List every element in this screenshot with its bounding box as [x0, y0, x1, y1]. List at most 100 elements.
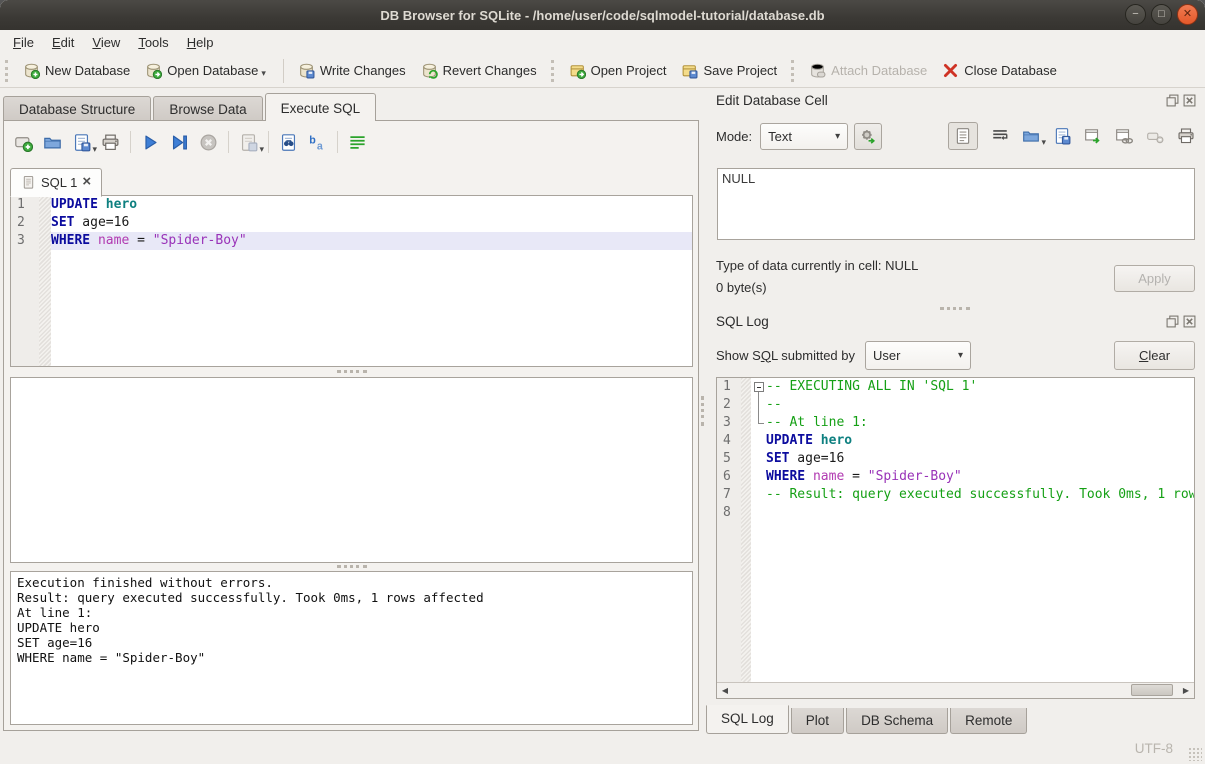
sql-editor[interactable]: 1UPDATE hero2SET age=163WHERE name = "Sp… [10, 195, 693, 367]
fold-collapse-icon[interactable] [754, 382, 764, 392]
scrollbar-track[interactable] [733, 683, 1178, 698]
dock-tab-remote[interactable]: Remote [950, 708, 1027, 734]
copy-link-button[interactable] [1115, 127, 1133, 145]
menu-help[interactable]: Help [178, 32, 223, 53]
menu-file[interactable]: File [4, 32, 43, 53]
print-button[interactable] [101, 133, 120, 152]
float-panel-icon[interactable] [1166, 315, 1179, 328]
code-line[interactable]: 2-- [717, 396, 1194, 414]
tab-browse-data[interactable]: Browse Data [153, 96, 262, 121]
maximize-button[interactable]: □ [1151, 4, 1172, 25]
dropdown-caret-icon[interactable]: ▾ [1041, 137, 1046, 148]
import-data-button[interactable]: ▾ [1022, 127, 1040, 145]
tab-execute-sql[interactable]: Execute SQL [265, 93, 377, 121]
code-line[interactable]: 3WHERE name = "Spider-Boy" [11, 232, 692, 250]
title-bar[interactable]: DB Browser for SQLite - /home/user/code/… [0, 0, 1205, 30]
auto-switch-mode-button[interactable] [854, 123, 882, 150]
cell-word-wrap-button[interactable] [991, 127, 1009, 145]
scroll-right-icon[interactable]: ▶ [1178, 683, 1194, 698]
minimize-button[interactable]: − [1125, 4, 1146, 25]
close-button[interactable]: ✕ [1177, 4, 1198, 25]
results-grid[interactable] [10, 377, 693, 563]
save-results-icon [239, 133, 258, 152]
menu-edit[interactable]: Edit [43, 32, 83, 53]
mode-select[interactable]: Text ▾ [760, 123, 848, 150]
scrollbar-thumb[interactable] [1131, 684, 1173, 696]
toolbar-drag-handle[interactable] [791, 60, 796, 82]
print-cell-button[interactable] [1177, 127, 1195, 145]
code-line[interactable]: 8 [717, 504, 1194, 522]
fold-margin [751, 378, 766, 396]
apply-button[interactable]: Apply [1114, 265, 1195, 292]
sql-log-view[interactable]: 1-- EXECUTING ALL IN 'SQL 1'2--3-- At li… [716, 377, 1195, 699]
open-in-app-button[interactable] [1084, 127, 1102, 145]
open-database-button[interactable]: Open Database▾ [139, 58, 275, 83]
tab-close-icon[interactable]: × [82, 176, 91, 188]
new-sql-tab-button[interactable] [14, 133, 33, 152]
scroll-left-icon[interactable]: ◀ [717, 683, 733, 698]
code-line[interactable]: 2SET age=16 [11, 214, 692, 232]
execution-messages[interactable]: Execution finished without errors. Resul… [10, 571, 693, 725]
sql-doc-tab[interactable]: SQL 1 × [10, 168, 102, 197]
set-null-button[interactable] [1146, 127, 1164, 145]
write-changes-button[interactable]: Write Changes [292, 58, 415, 83]
toolbar-separator [268, 131, 269, 153]
splitter-left-right[interactable] [701, 396, 706, 426]
float-panel-icon[interactable] [1166, 94, 1179, 107]
log-filter-select[interactable]: User ▾ [865, 341, 971, 370]
splitter-editor-results[interactable] [10, 367, 693, 376]
save-sql-file-button[interactable]: ▾ [72, 133, 91, 152]
code-line[interactable]: 1-- EXECUTING ALL IN 'SQL 1' [717, 378, 1194, 396]
dock-tab-db-schema[interactable]: DB Schema [846, 708, 948, 734]
splitter-cell-log[interactable] [706, 304, 1203, 312]
close-panel-icon[interactable] [1183, 315, 1196, 328]
sql-editor-toolbar: ▾▾ba [14, 129, 367, 155]
fold-margin [751, 450, 766, 468]
code-line[interactable]: 5SET age=16 [717, 450, 1194, 468]
menu-view[interactable]: View [83, 32, 129, 53]
execute-line-button[interactable] [170, 133, 189, 152]
text-mode-button[interactable] [948, 122, 978, 150]
attach-database-button[interactable]: Attach Database [803, 58, 936, 83]
execute-all-button[interactable] [141, 133, 160, 152]
revert-changes-button[interactable]: Revert Changes [415, 58, 546, 83]
close-panel-icon[interactable] [1183, 94, 1196, 107]
dock-tab-plot[interactable]: Plot [791, 708, 844, 734]
toolbar-drag-handle[interactable] [5, 60, 10, 82]
auto-format-button[interactable]: ba [308, 133, 327, 152]
open-sql-file-button[interactable] [43, 133, 62, 152]
code-line[interactable]: 7-- Result: query executed successfully.… [717, 486, 1194, 504]
dock-tab-sql-log[interactable]: SQL Log [706, 705, 789, 734]
word-wrap-icon [348, 133, 367, 152]
code-line[interactable]: 3-- At line 1: [717, 414, 1194, 432]
splitter-results-messages[interactable] [10, 562, 693, 571]
line-number: 3 [717, 414, 741, 432]
code-line[interactable]: 6WHERE name = "Spider-Boy" [717, 468, 1194, 486]
stop-button[interactable] [199, 133, 218, 152]
log-horizontal-scrollbar[interactable]: ◀ ▶ [717, 682, 1194, 698]
cell-value-editor[interactable]: NULL [717, 168, 1195, 240]
menu-tools[interactable]: Tools [129, 32, 177, 53]
encoding-indicator[interactable]: UTF-8 [1135, 741, 1173, 756]
code-line[interactable]: 1UPDATE hero [11, 196, 692, 214]
close-database-button[interactable]: Close Database [936, 58, 1066, 83]
resize-grip[interactable] [1188, 747, 1202, 761]
tab-database-structure[interactable]: Database Structure [3, 96, 151, 121]
dropdown-caret-icon[interactable]: ▾ [92, 144, 97, 155]
open-project-button[interactable]: Open Project [563, 58, 676, 83]
export-data-button[interactable] [1053, 127, 1071, 145]
find-replace-button[interactable] [279, 133, 298, 152]
code-line[interactable]: 4UPDATE hero [717, 432, 1194, 450]
clear-log-button[interactable]: Clear [1114, 341, 1195, 370]
line-number: 8 [717, 504, 741, 522]
open-database-icon [145, 62, 162, 79]
new-database-button[interactable]: New Database [17, 58, 139, 83]
execute-all-icon [141, 133, 160, 152]
word-wrap-button[interactable] [348, 133, 367, 152]
save-project-button[interactable]: Save Project [675, 58, 786, 83]
fold-margin [751, 414, 766, 432]
dropdown-caret-icon[interactable]: ▾ [261, 68, 266, 79]
save-results-button[interactable]: ▾ [239, 133, 258, 152]
dropdown-caret-icon[interactable]: ▾ [259, 144, 264, 155]
toolbar-drag-handle[interactable] [551, 60, 556, 82]
